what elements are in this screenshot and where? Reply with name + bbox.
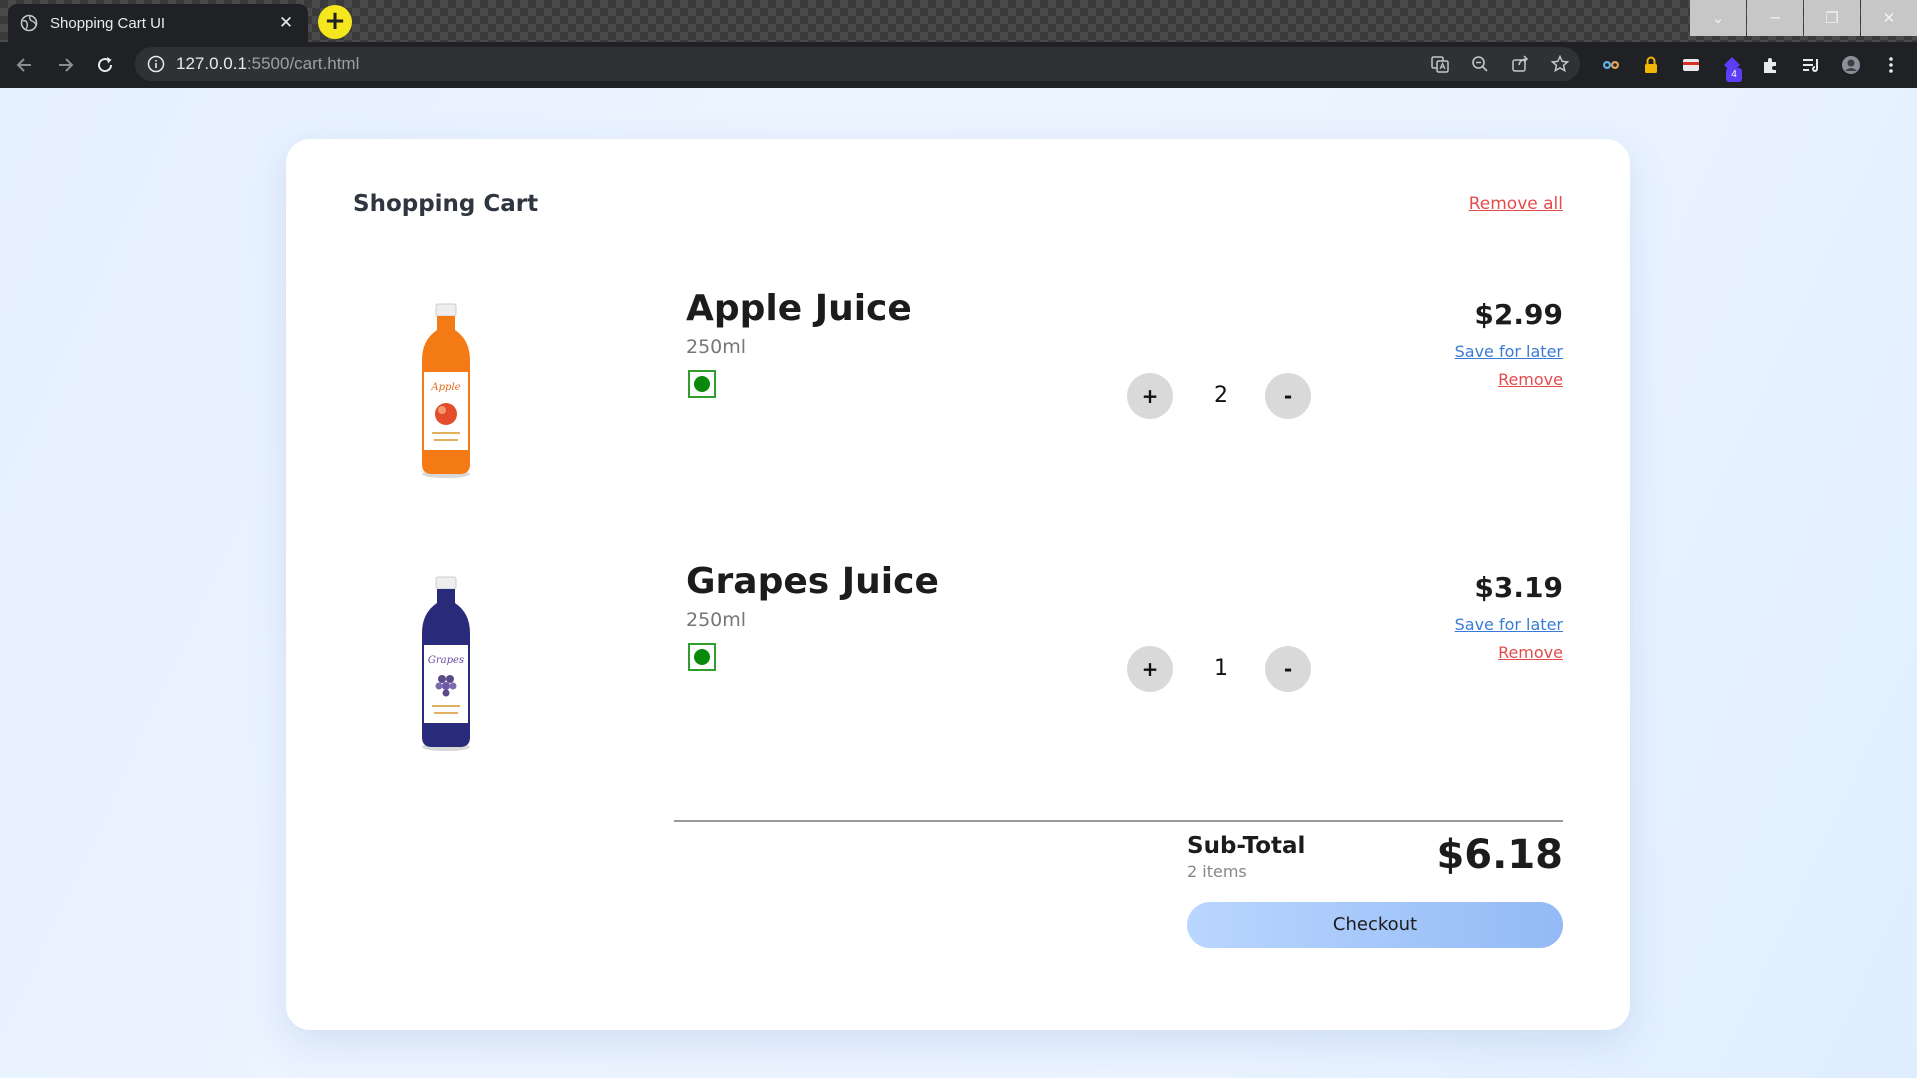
url-path: :5500/cart.html — [246, 54, 360, 73]
item-price: $3.19 — [1474, 571, 1563, 604]
grapes-juice-bottle-image: Grapes — [422, 576, 470, 751]
translate-icon[interactable] — [1431, 55, 1449, 73]
cart-item: Grapes Grapes Juice 250ml + 1 - $3.19 Sa… — [286, 535, 1630, 765]
remove-item-link[interactable]: Remove — [1498, 643, 1563, 662]
remove-item-link[interactable]: Remove — [1498, 370, 1563, 389]
menu-kebab-icon[interactable] — [1881, 55, 1901, 75]
checkout-button[interactable]: Checkout — [1187, 902, 1563, 948]
item-name: Apple Juice — [686, 288, 912, 329]
extensions-puzzle-icon[interactable] — [1761, 55, 1781, 75]
item-volume: 250ml — [686, 336, 747, 358]
extension-lock-icon[interactable] — [1641, 55, 1661, 75]
url-host: 127.0.0.1 — [176, 54, 247, 73]
minimize-icon[interactable]: ─ — [1747, 0, 1803, 36]
profile-avatar-icon[interactable] — [1841, 55, 1861, 75]
address-bar[interactable]: 127.0.0.1:5500/cart.html — [135, 47, 1580, 81]
save-for-later-link[interactable]: Save for later — [1455, 615, 1563, 634]
remove-all-link[interactable]: Remove all — [1469, 194, 1563, 214]
cart-item: Apple Apple Juice 250ml + 2 - $2.99 Save… — [286, 262, 1630, 492]
subtotal-item-count: 2 items — [1187, 862, 1247, 881]
browser-toolbar: 127.0.0.1:5500/cart.html 4 — [0, 42, 1917, 88]
subtotal-divider — [674, 820, 1563, 822]
zoom-out-icon[interactable] — [1471, 55, 1489, 73]
page-viewport: Shopping Cart Remove all Apple Apple Jui… — [0, 88, 1917, 1078]
extension-glasses-icon[interactable] — [1601, 55, 1621, 75]
extension-badge: 4 — [1726, 68, 1742, 82]
quantity-increase-button[interactable]: + — [1127, 646, 1173, 692]
tab-search-icon[interactable]: ⌄ — [1690, 0, 1746, 36]
cart-card: Shopping Cart Remove all Apple Apple Jui… — [286, 139, 1630, 1030]
quantity-increase-button[interactable]: + — [1127, 373, 1173, 419]
veg-indicator-icon — [688, 643, 716, 671]
item-name: Grapes Juice — [686, 561, 939, 602]
subtotal-amount: $6.18 — [1436, 832, 1563, 878]
browser-tabstrip: Shopping Cart UI ✕ + ⌄ ─ ❐ ✕ — [0, 0, 1917, 42]
quantity-count: 2 — [1214, 383, 1228, 408]
quantity-decrease-button[interactable]: - — [1265, 646, 1311, 692]
quantity-count: 1 — [1214, 656, 1228, 681]
forward-icon[interactable] — [52, 52, 78, 78]
extension-card-icon[interactable] — [1681, 55, 1701, 75]
restore-icon[interactable]: ❐ — [1804, 0, 1860, 36]
tab-title: Shopping Cart UI — [50, 14, 166, 32]
new-tab-button[interactable]: + — [318, 5, 352, 39]
close-tab-icon[interactable]: ✕ — [276, 13, 296, 33]
browser-tab[interactable]: Shopping Cart UI ✕ — [8, 4, 308, 42]
back-icon[interactable] — [12, 52, 38, 78]
window-controls: ⌄ ─ ❐ ✕ — [1689, 0, 1917, 36]
cart-title: Shopping Cart — [353, 191, 539, 217]
reload-icon[interactable] — [92, 52, 118, 78]
share-icon[interactable] — [1511, 55, 1529, 73]
close-window-icon[interactable]: ✕ — [1861, 0, 1917, 36]
item-volume: 250ml — [686, 609, 747, 631]
save-for-later-link[interactable]: Save for later — [1455, 342, 1563, 361]
veg-indicator-icon — [688, 370, 716, 398]
bookmark-star-icon[interactable] — [1551, 55, 1569, 73]
quantity-decrease-button[interactable]: - — [1265, 373, 1311, 419]
globe-icon — [20, 14, 38, 32]
url-text: 127.0.0.1:5500/cart.html — [176, 54, 359, 74]
site-info-icon[interactable] — [147, 55, 165, 73]
svg-text:Grapes: Grapes — [428, 655, 464, 666]
item-price: $2.99 — [1474, 298, 1563, 331]
reading-list-icon[interactable] — [1801, 55, 1821, 75]
svg-text:Apple: Apple — [430, 382, 460, 393]
subtotal-label: Sub-Total — [1187, 833, 1306, 859]
apple-juice-bottle-image: Apple — [422, 303, 470, 478]
